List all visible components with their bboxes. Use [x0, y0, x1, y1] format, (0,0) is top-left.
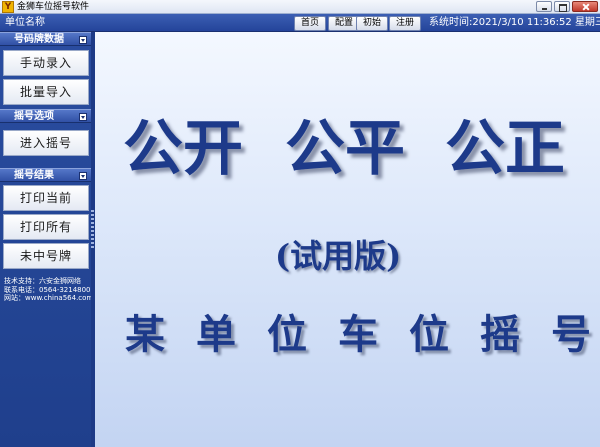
section-label: 号码牌数据 — [14, 34, 64, 45]
close-icon[interactable] — [572, 1, 598, 12]
trial-label: (试用版) — [275, 237, 402, 275]
init-button[interactable]: 初始 — [356, 16, 388, 31]
system-time-value: 2021/3/10 11:36:52 — [472, 17, 572, 28]
unselected-plates-button[interactable]: 未中号牌 — [3, 243, 89, 269]
collapse-icon[interactable] — [79, 113, 87, 121]
lottery-title: 某单位车位摇号 — [125, 311, 600, 358]
support-phone: 联系电话：0564-3214800 — [4, 285, 91, 294]
section-plate-data[interactable]: 号码牌数据 — [0, 32, 92, 46]
main-panel: 公开 公平 公正 (试用版) 某单位车位摇号 — [95, 32, 600, 447]
support-info: 技术支持：六安金狮网络 联系电话：0564-3214800 网站：www.chi… — [4, 277, 94, 303]
app-icon: Y — [2, 1, 14, 13]
minimize-icon[interactable] — [536, 1, 552, 12]
maximize-icon[interactable] — [554, 1, 570, 12]
home-button[interactable]: 首页 — [294, 16, 326, 31]
unit-name: 单位名称 — [5, 17, 45, 28]
collapse-icon[interactable] — [79, 172, 87, 180]
splitter-grip-icon[interactable] — [91, 210, 94, 250]
slogan-just: 公正 — [445, 114, 565, 184]
section-lottery-results[interactable]: 摇号结果 — [0, 168, 92, 182]
support-website: 网站：www.china564.com — [4, 294, 94, 302]
title-bar: Y 金狮车位摇号软件 — [0, 0, 600, 14]
weekday: 星期三 — [574, 17, 600, 28]
header-bar: 单位名称 首页 配置 初始 注册 系统时间:2021/3/10 11:36:52… — [0, 14, 600, 32]
support-line: 技术支持：六安金狮网络 — [4, 277, 81, 285]
window-controls — [536, 1, 598, 12]
section-label: 摇号选项 — [14, 111, 54, 122]
system-time-label: 系统时间: — [429, 17, 473, 28]
collapse-icon[interactable] — [79, 36, 87, 44]
print-all-button[interactable]: 打印所有 — [3, 214, 89, 240]
section-label: 摇号结果 — [14, 170, 54, 181]
slogan-fair: 公平 — [285, 114, 405, 184]
enter-lottery-button[interactable]: 进入摇号 — [3, 130, 89, 156]
sidebar: 号码牌数据 手动录入 批量导入 摇号选项 进入摇号 摇号结果 打印当前 打印所有… — [0, 32, 94, 447]
batch-import-button[interactable]: 批量导入 — [3, 79, 89, 105]
section-lottery-options[interactable]: 摇号选项 — [0, 109, 92, 123]
window-title: 金狮车位摇号软件 — [17, 2, 90, 12]
system-time: 系统时间:2021/3/10 11:36:52 星期三 — [429, 16, 600, 30]
print-current-button[interactable]: 打印当前 — [3, 185, 89, 211]
manual-entry-button[interactable]: 手动录入 — [3, 50, 89, 76]
register-button[interactable]: 注册 — [389, 16, 421, 31]
slogan-open: 公开 — [123, 114, 243, 184]
